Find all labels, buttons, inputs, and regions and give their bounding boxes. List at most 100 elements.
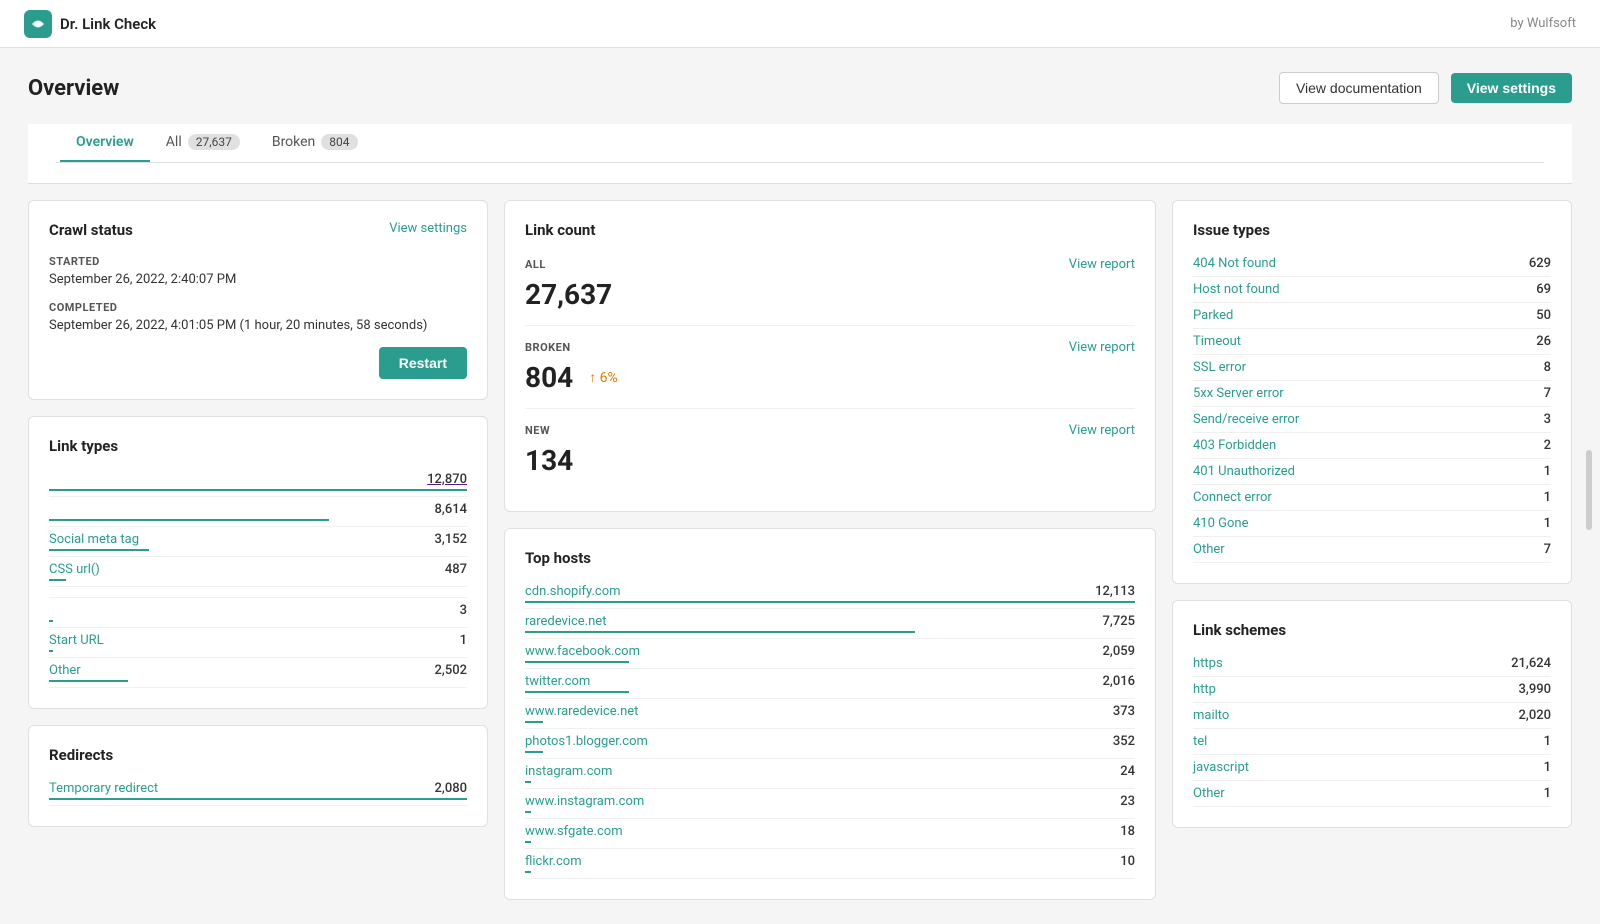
scheme-row: tel 1 bbox=[1193, 729, 1551, 755]
crawl-status-header: Crawl status View settings bbox=[49, 221, 467, 239]
issue-types-rows: 404 Not found 629 Host not found 69 Park… bbox=[1193, 251, 1551, 563]
top-hosts-rows: cdn.shopify.com 12,113 raredevice.net 7,… bbox=[525, 579, 1135, 879]
host-bar bbox=[525, 631, 915, 633]
scheme-value: 1 bbox=[1544, 786, 1551, 801]
host-label[interactable]: photos1.blogger.com bbox=[525, 734, 648, 749]
tab-badge-broken: 804 bbox=[321, 134, 357, 150]
redirect-label[interactable]: Temporary redirect bbox=[49, 781, 158, 796]
issue-label[interactable]: SSL error bbox=[1193, 360, 1246, 375]
link-types-rows: 12,870 8,614 Social meta tag 3,152 CSS u… bbox=[49, 467, 467, 688]
issue-row: Timeout 26 bbox=[1193, 329, 1551, 355]
host-value: 373 bbox=[1113, 704, 1135, 719]
app-title: Dr. Link Check bbox=[60, 15, 156, 33]
issue-types-title: Issue types bbox=[1193, 221, 1551, 239]
all-view-report-link[interactable]: View report bbox=[1069, 257, 1135, 272]
host-bar bbox=[525, 601, 1135, 603]
host-value: 7,725 bbox=[1103, 614, 1135, 629]
link-types-title: Link types bbox=[49, 437, 467, 455]
host-bar bbox=[525, 841, 531, 843]
issue-label[interactable]: Send/receive error bbox=[1193, 412, 1299, 427]
scheme-row: javascript 1 bbox=[1193, 755, 1551, 781]
scheme-label[interactable]: https bbox=[1193, 656, 1223, 671]
host-row: raredevice.net 7,725 bbox=[525, 609, 1135, 639]
scheme-value: 3,990 bbox=[1519, 682, 1551, 697]
issue-row: SSL error 8 bbox=[1193, 355, 1551, 381]
link-count-card: Link count ALL View report 27,637 BROKEN… bbox=[504, 200, 1156, 512]
tab-broken[interactable]: Broken804 bbox=[256, 124, 374, 162]
broken-value: 804 bbox=[525, 361, 573, 394]
started-label: STARTED bbox=[49, 255, 467, 268]
link-type-value: 1 bbox=[460, 633, 467, 648]
broken-view-report-link[interactable]: View report bbox=[1069, 340, 1135, 355]
scheme-value: 21,624 bbox=[1511, 656, 1551, 671]
host-label[interactable]: cdn.shopify.com bbox=[525, 584, 621, 599]
host-label[interactable]: flickr.com bbox=[525, 854, 582, 869]
scheme-value: 1 bbox=[1544, 734, 1551, 749]
issue-label[interactable]: 404 Not found bbox=[1193, 256, 1276, 271]
redirects-rows: Temporary redirect 2,080 bbox=[49, 776, 467, 806]
scheme-label[interactable]: mailto bbox=[1193, 708, 1229, 723]
host-row: www.facebook.com 2,059 bbox=[525, 639, 1135, 669]
host-row: www.raredevice.net 373 bbox=[525, 699, 1135, 729]
redirect-row: Temporary redirect 2,080 bbox=[49, 776, 467, 806]
link-type-row: Other 2,502 bbox=[49, 658, 467, 688]
issue-label[interactable]: 410 Gone bbox=[1193, 516, 1249, 531]
left-column: Crawl status View settings STARTED Septe… bbox=[28, 200, 488, 827]
crawl-status-card: Crawl status View settings STARTED Septe… bbox=[28, 200, 488, 400]
tab-badge-all: 27,637 bbox=[188, 134, 240, 150]
link-type-label[interactable]: CSS url() bbox=[49, 562, 100, 577]
host-value: 2,059 bbox=[1103, 644, 1135, 659]
issue-label[interactable]: 401 Unauthorized bbox=[1193, 464, 1295, 479]
link-type-value: 3,152 bbox=[435, 532, 467, 547]
scheme-label[interactable]: http bbox=[1193, 682, 1216, 697]
scrollbar[interactable] bbox=[1586, 450, 1592, 530]
new-value: 134 bbox=[525, 444, 1135, 477]
issue-value: 1 bbox=[1544, 490, 1551, 505]
tab-all[interactable]: All27,637 bbox=[150, 124, 256, 162]
issue-label[interactable]: Parked bbox=[1193, 308, 1233, 323]
scheme-label[interactable]: tel bbox=[1193, 734, 1207, 749]
host-label[interactable]: raredevice.net bbox=[525, 614, 606, 629]
restart-button[interactable]: Restart bbox=[379, 347, 467, 379]
issue-label[interactable]: Other bbox=[1193, 542, 1225, 557]
link-type-label[interactable]: Other bbox=[49, 663, 81, 678]
started-value: September 26, 2022, 2:40:07 PM bbox=[49, 272, 467, 287]
scheme-label[interactable]: javascript bbox=[1193, 760, 1249, 775]
app-logo bbox=[24, 10, 52, 38]
scheme-value: 1 bbox=[1544, 760, 1551, 775]
topbar-left: Dr. Link Check bbox=[24, 10, 156, 38]
scheme-label[interactable]: Other bbox=[1193, 786, 1225, 801]
link-count-all-header: ALL View report bbox=[525, 257, 1135, 272]
issue-label[interactable]: Timeout bbox=[1193, 334, 1241, 349]
view-docs-button[interactable]: View documentation bbox=[1279, 72, 1439, 104]
tab-overview[interactable]: Overview bbox=[60, 124, 150, 162]
host-label[interactable]: www.instagram.com bbox=[525, 794, 644, 809]
link-type-row: </span> <span data-name="link-type-value… bbox=[49, 587, 467, 598]
scheme-value: 2,020 bbox=[1519, 708, 1551, 723]
link-type-value: 8,614 bbox=[435, 502, 467, 517]
issue-label[interactable]: 403 Forbidden bbox=[1193, 438, 1276, 453]
link-type-bar bbox=[49, 680, 128, 682]
host-label[interactable]: twitter.com bbox=[525, 674, 590, 689]
link-type-bar bbox=[49, 579, 66, 581]
link-type-label[interactable]: Social meta tag bbox=[49, 532, 139, 547]
issue-row: Host not found 69 bbox=[1193, 277, 1551, 303]
link-type-label[interactable]: Start URL bbox=[49, 633, 104, 648]
host-label[interactable]: instagram.com bbox=[525, 764, 612, 779]
issue-label[interactable]: Connect error bbox=[1193, 490, 1272, 505]
link-type-row: Start URL 1 bbox=[49, 628, 467, 658]
issue-label[interactable]: Host not found bbox=[1193, 282, 1280, 297]
host-label[interactable]: www.raredevice.net bbox=[525, 704, 638, 719]
scheme-row: mailto 2,020 bbox=[1193, 703, 1551, 729]
all-value: 27,637 bbox=[525, 278, 1135, 311]
host-bar bbox=[525, 751, 543, 753]
host-row: photos1.blogger.com 352 bbox=[525, 729, 1135, 759]
crawl-view-settings-link[interactable]: View settings bbox=[389, 221, 467, 236]
new-view-report-link[interactable]: View report bbox=[1069, 423, 1135, 438]
redirects-card: Redirects Temporary redirect 2,080 bbox=[28, 725, 488, 827]
issue-label[interactable]: 5xx Server error bbox=[1193, 386, 1284, 401]
host-label[interactable]: www.sfgate.com bbox=[525, 824, 623, 839]
view-settings-button[interactable]: View settings bbox=[1451, 73, 1572, 103]
host-label[interactable]: www.facebook.com bbox=[525, 644, 640, 659]
link-type-row: 8,614 bbox=[49, 497, 467, 527]
